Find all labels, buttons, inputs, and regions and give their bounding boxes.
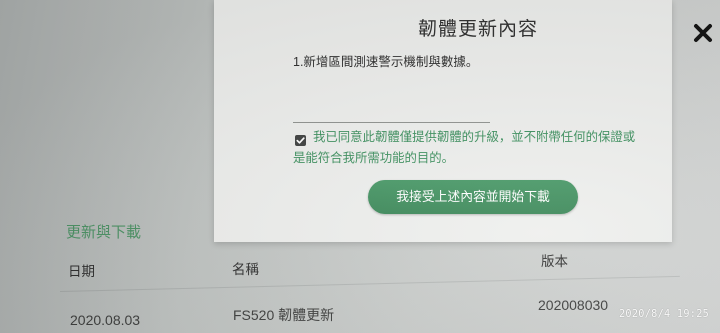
cell-version: 202008030: [538, 297, 609, 313]
header-divider: [59, 275, 680, 292]
column-header-name: 名稱: [232, 262, 259, 277]
photo-timestamp: 2020/8/4 19:25: [619, 309, 710, 320]
close-icon[interactable]: [693, 23, 713, 43]
screen: 更新與下載 日期 名稱 版本 2020.08.03 FS520 韌體更新 202…: [0, 0, 720, 333]
checkbox-checked-icon: [295, 135, 306, 146]
cell-name[interactable]: FS520 韌體更新: [233, 307, 334, 323]
cell-date: 2020.08.03: [70, 312, 141, 328]
firmware-update-dialog: 韌體更新內容 1.新增區間測速警示機制與數據。 我已同意此韌體僅提供韌體的升級，…: [214, 0, 672, 242]
dialog-title: 韌體更新內容: [418, 19, 539, 40]
agree-checkbox[interactable]: [295, 133, 306, 146]
agree-label-line1[interactable]: 我已同意此韌體僅提供韌體的升級，並不附帶任何的保證或: [313, 129, 635, 145]
column-header-date: 日期: [68, 264, 95, 279]
agree-label-line2[interactable]: 是能符合我所需功能的目的。: [293, 150, 454, 166]
section-title: 更新與下載: [66, 224, 142, 241]
accept-and-download-button[interactable]: 我接受上述內容並開始下載: [368, 180, 578, 214]
dialog-content: 1.新增區間測速警示機制與數據。: [293, 55, 479, 69]
column-header-version: 版本: [541, 254, 568, 269]
dialog-divider: [293, 122, 490, 123]
